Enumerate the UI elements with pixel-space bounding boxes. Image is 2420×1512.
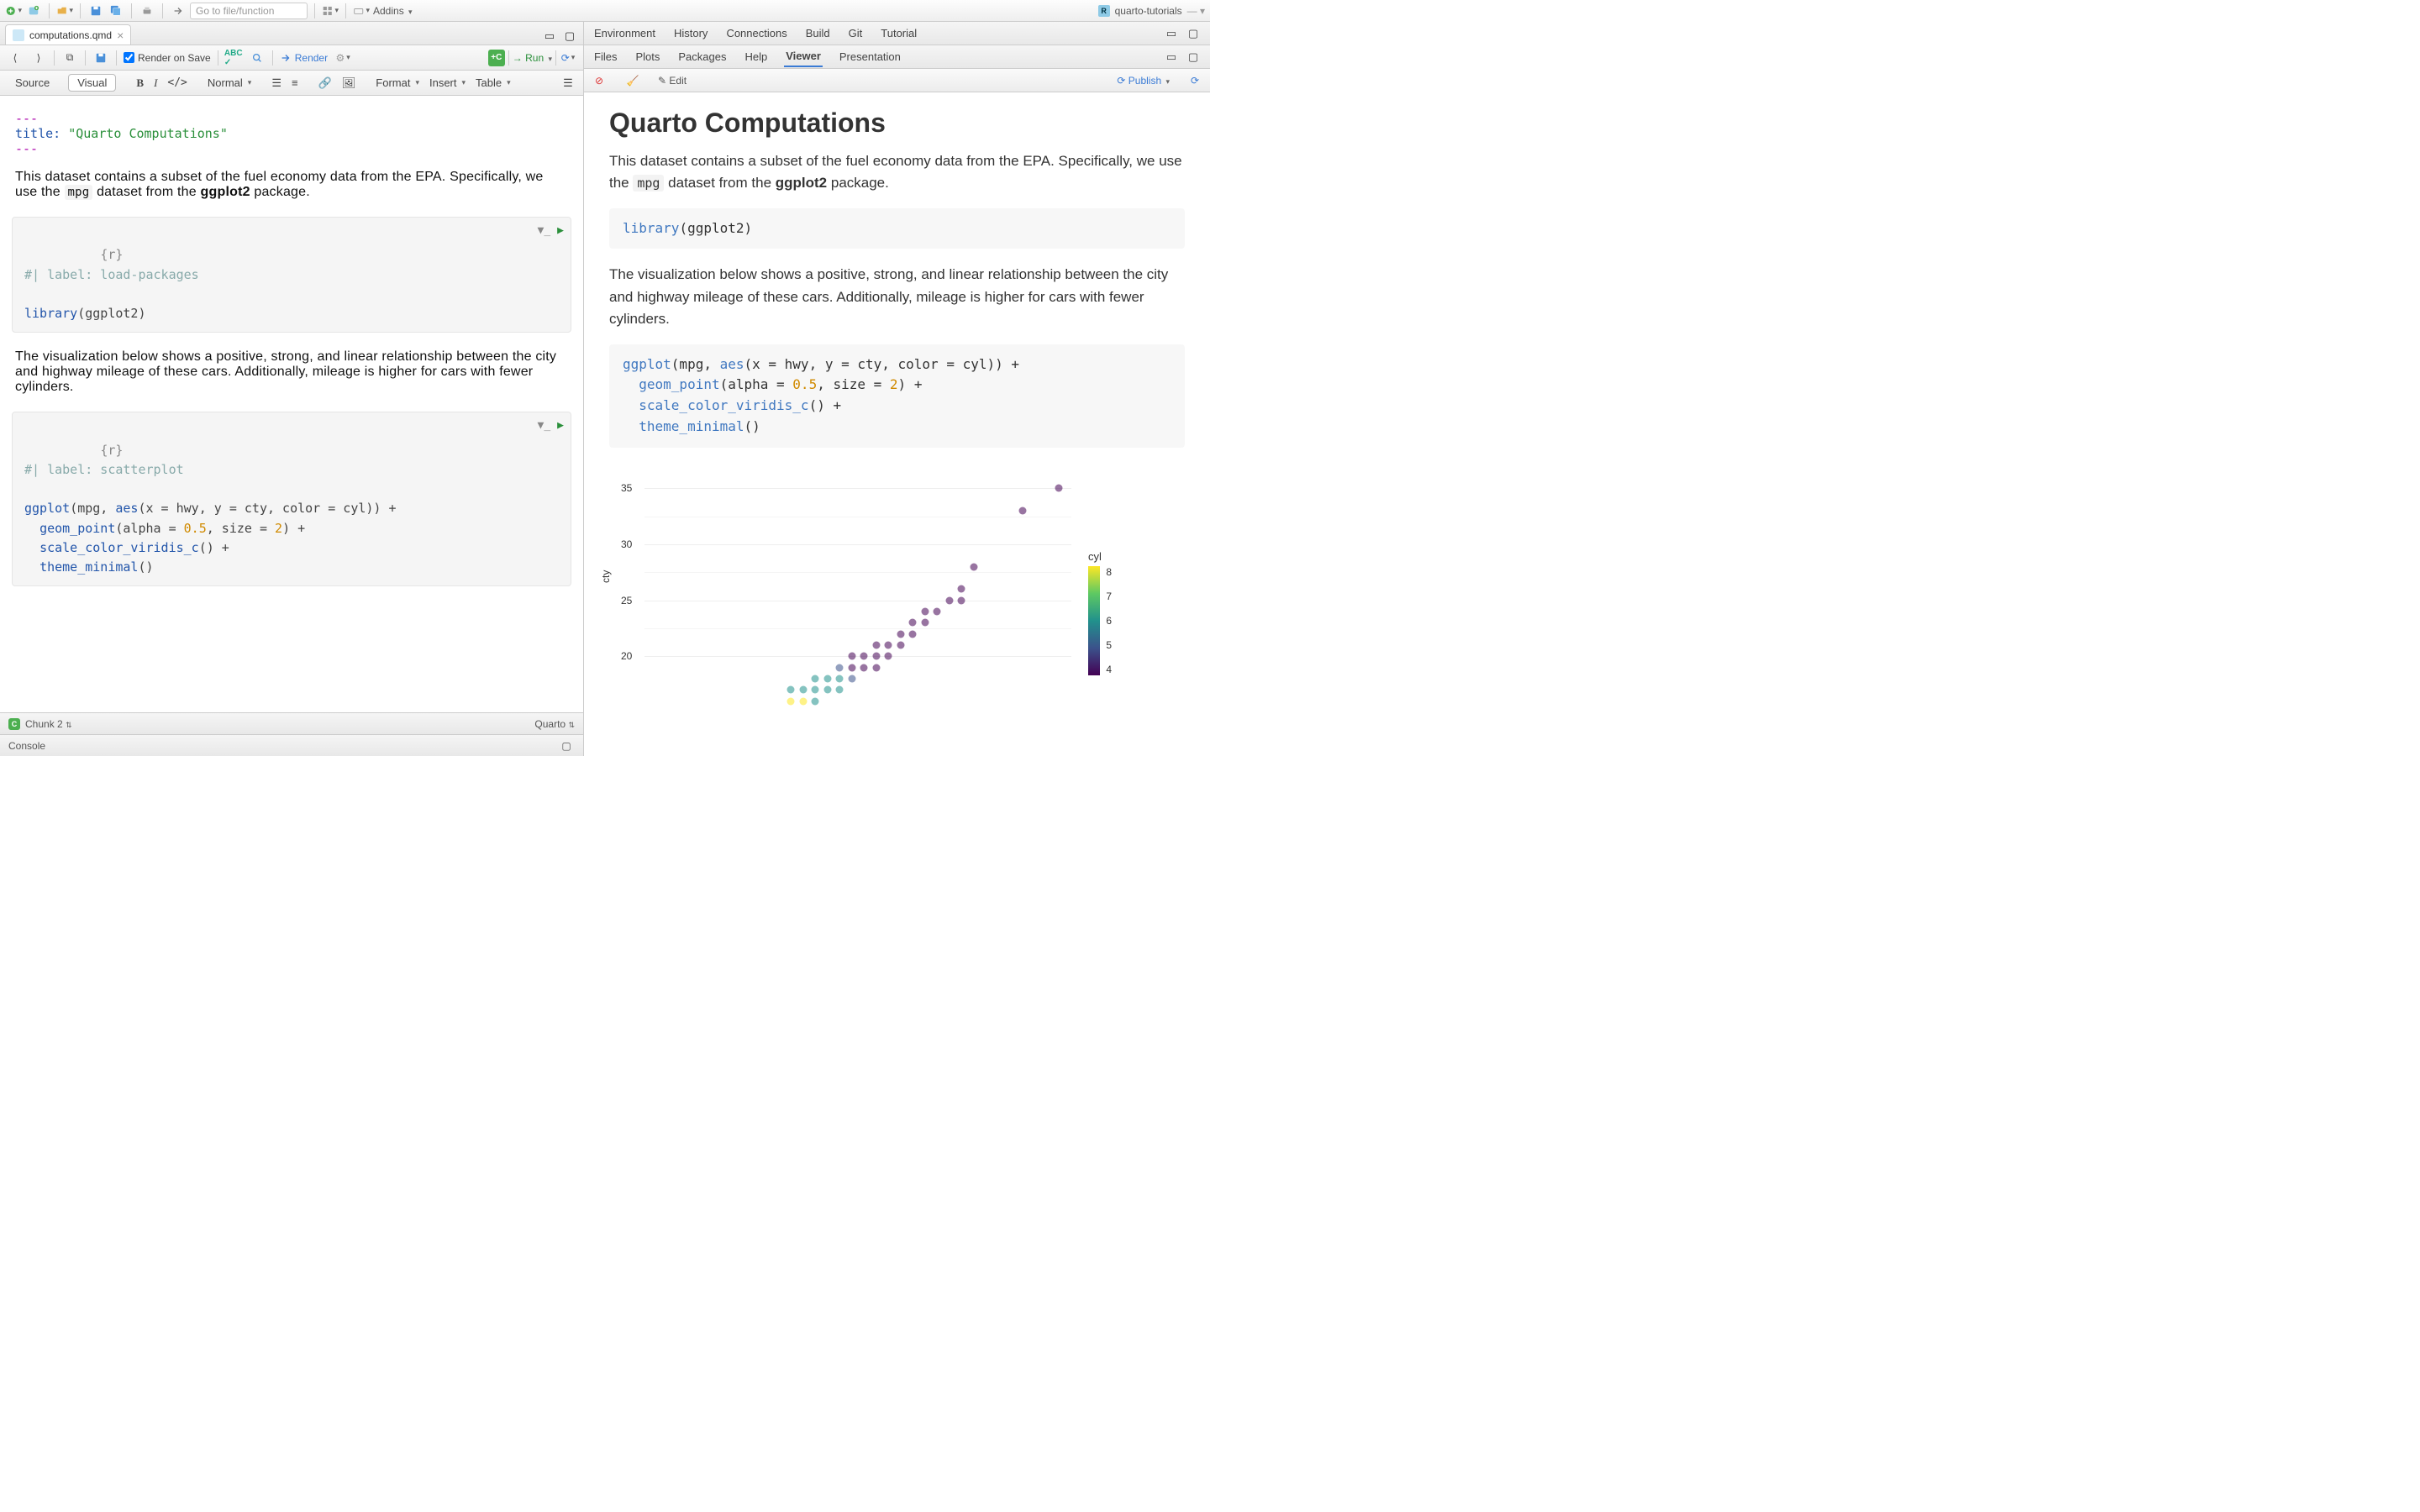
editor-status-bar: C Chunk 2 ⇅ Quarto ⇅	[0, 712, 583, 734]
tab-git[interactable]: Git	[847, 24, 865, 43]
bullet-list-icon[interactable]: ☰	[271, 76, 281, 90]
qmd-file-icon	[13, 29, 24, 41]
viewer-tab-row: Files Plots Packages Help Viewer Present…	[584, 45, 1210, 69]
insert-menu[interactable]: Insert ▾	[429, 76, 466, 89]
insert-chunk-icon[interactable]: +C	[488, 50, 505, 66]
chunk-chip-icon: C	[8, 718, 20, 730]
main-toolbar: ▾ ▾ Go to file/function ▾	[0, 0, 1210, 22]
goto-arrow-icon[interactable]	[170, 3, 187, 19]
paragraph-style-dropdown[interactable]: Normal ▾	[208, 76, 251, 89]
tab-tutorial[interactable]: Tutorial	[879, 24, 918, 43]
prose-paragraph-2[interactable]: The visualization below shows a positive…	[0, 341, 583, 403]
maximize-pane-icon[interactable]: ▢	[561, 28, 578, 45]
render-button[interactable]: Render	[280, 52, 328, 64]
publish-button[interactable]: ⟳ Publish ▾	[1117, 75, 1170, 87]
console-tab[interactable]: Console	[8, 740, 45, 752]
link-icon[interactable]: 🔗	[318, 76, 332, 90]
run-chunk-icon[interactable]: ▶	[557, 417, 564, 434]
remove-viewer-icon[interactable]: ⊘	[591, 72, 608, 89]
find-icon[interactable]	[249, 50, 266, 66]
editor-body[interactable]: --- title: "Quarto Computations" --- Thi…	[0, 96, 583, 712]
minimize-env-icon[interactable]: ▭	[1163, 25, 1180, 42]
edit-button[interactable]: ✎ Edit	[658, 75, 687, 87]
viewer-toolbar: ⊘ 🧹 ✎ Edit ⟳ Publish ▾ ⟳	[584, 69, 1210, 92]
back-icon[interactable]: ⟨	[7, 50, 24, 66]
source-tab-bar: computations.qmd × ▭ ▢	[0, 22, 583, 45]
y-axis-label: cty	[600, 570, 612, 582]
color-legend: cyl 87654	[1088, 466, 1139, 701]
tab-packages[interactable]: Packages	[676, 47, 728, 66]
rendered-code-2: ggplot(mpg, aes(x = hwy, y = cty, color …	[609, 344, 1185, 448]
render-on-save-checkbox[interactable]: Render on Save	[124, 52, 211, 64]
format-menu[interactable]: Format ▾	[376, 76, 419, 89]
italic-button[interactable]: I	[154, 76, 157, 90]
code-chunk-1[interactable]: ▼̲ ▶ {r} #| label: load-packages library…	[12, 217, 571, 333]
forward-icon[interactable]: ⟩	[30, 50, 47, 66]
keyboard-icon[interactable]: ▾	[353, 3, 370, 19]
file-tab-label: computations.qmd	[29, 29, 112, 41]
tab-build[interactable]: Build	[804, 24, 832, 43]
refresh-viewer-icon[interactable]: ⟳	[1186, 72, 1203, 89]
console-bar[interactable]: Console ▢	[0, 734, 583, 756]
tab-history[interactable]: History	[672, 24, 709, 43]
table-menu[interactable]: Table ▾	[476, 76, 511, 89]
close-tab-icon[interactable]: ×	[117, 29, 124, 42]
grid-icon[interactable]: ▾	[322, 3, 339, 19]
outline-icon[interactable]: ☰	[560, 75, 576, 92]
publish-icon[interactable]: ⟳▾	[560, 50, 576, 66]
save-all-icon[interactable]	[108, 3, 124, 19]
format-indicator[interactable]: Quarto ⇅	[534, 718, 575, 730]
tab-viewer[interactable]: Viewer	[784, 46, 823, 67]
run-above-icon[interactable]: ▼̲	[538, 417, 551, 434]
run-button[interactable]: → Run ▾	[513, 52, 552, 64]
prose-paragraph-1[interactable]: This dataset contains a subset of the fu…	[0, 161, 583, 208]
print-icon[interactable]	[139, 3, 155, 19]
maximize-viewer-icon[interactable]: ▢	[1185, 49, 1202, 66]
spellcheck-icon[interactable]: ABC✓	[225, 50, 242, 66]
project-name[interactable]: quarto-tutorials	[1115, 5, 1182, 17]
numbered-list-icon[interactable]: ≡	[292, 76, 298, 89]
rendered-plot: cty 20253035 cyl 87654	[609, 463, 1185, 701]
show-in-new-window-icon[interactable]: ⧉	[61, 50, 78, 66]
format-bar: Source Visual B I </> Normal ▾ ☰ ≡ 🔗 🖼 F…	[0, 71, 583, 96]
open-file-icon[interactable]: ▾	[56, 3, 73, 19]
code-chunk-2[interactable]: ▼̲ ▶ {r} #| label: scatterplot ggplot(mp…	[12, 412, 571, 586]
run-above-icon[interactable]: ▼̲	[538, 223, 551, 239]
run-chunk-icon[interactable]: ▶	[557, 223, 564, 239]
maximize-env-icon[interactable]: ▢	[1185, 25, 1202, 42]
maximize-console-icon[interactable]: ▢	[558, 738, 575, 754]
viewer-body: Quarto Computations This dataset contain…	[584, 92, 1210, 756]
minimize-pane-icon[interactable]: ▭	[541, 28, 558, 45]
source-mode-tab[interactable]: Source	[7, 75, 58, 91]
tab-plots[interactable]: Plots	[634, 47, 661, 66]
yaml-block[interactable]: --- title: "Quarto Computations" ---	[0, 106, 583, 161]
chunk-indicator[interactable]: Chunk 2 ⇅	[25, 718, 72, 730]
bold-button[interactable]: B	[136, 76, 144, 90]
new-project-icon[interactable]	[25, 3, 42, 19]
rendered-title: Quarto Computations	[609, 108, 1185, 139]
project-icon: R	[1098, 5, 1110, 17]
goto-input[interactable]: Go to file/function	[190, 3, 308, 19]
settings-icon[interactable]: ⚙▾	[334, 50, 351, 66]
tab-help[interactable]: Help	[743, 47, 769, 66]
tab-environment[interactable]: Environment	[592, 24, 657, 43]
rendered-paragraph-1: This dataset contains a subset of the fu…	[609, 150, 1185, 195]
code-button[interactable]: </>	[167, 76, 187, 89]
visual-mode-tab[interactable]: Visual	[68, 74, 116, 92]
minimize-viewer-icon[interactable]: ▭	[1163, 49, 1180, 66]
save-icon[interactable]	[87, 3, 104, 19]
addins-menu[interactable]: Addins ▾	[373, 5, 413, 17]
env-tab-row: Environment History Connections Build Gi…	[584, 22, 1210, 45]
tab-files[interactable]: Files	[592, 47, 618, 66]
file-tab[interactable]: computations.qmd ×	[5, 24, 131, 45]
broom-icon[interactable]: 🧹	[624, 72, 641, 89]
save-doc-icon[interactable]	[92, 50, 109, 66]
rendered-paragraph-2: The visualization below shows a positive…	[609, 264, 1185, 330]
editor-toolbar: ⟨ ⟩ ⧉ Render on Save ABC✓ Render	[0, 45, 583, 71]
tab-presentation[interactable]: Presentation	[838, 47, 902, 66]
rendered-code-1: library(ggplot2)	[609, 208, 1185, 249]
new-file-icon[interactable]: ▾	[5, 3, 22, 19]
tab-connections[interactable]: Connections	[724, 24, 788, 43]
image-icon[interactable]: 🖼	[342, 76, 356, 90]
